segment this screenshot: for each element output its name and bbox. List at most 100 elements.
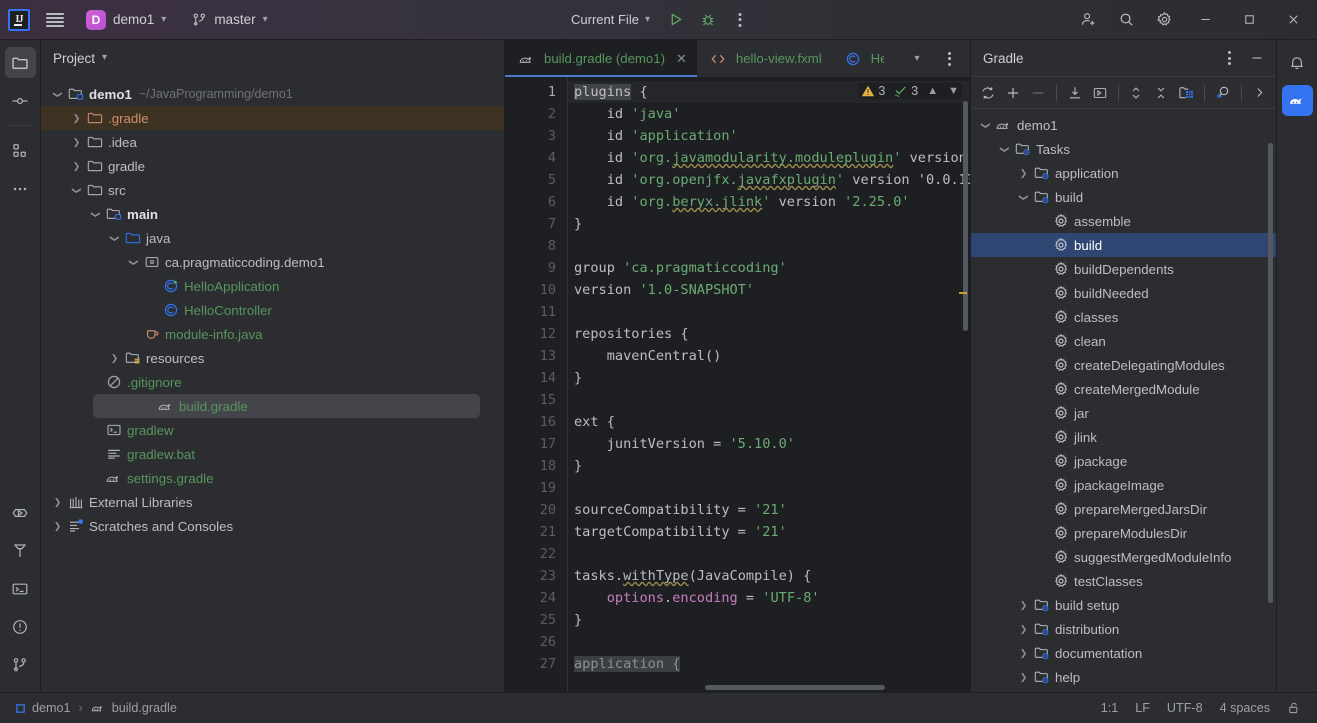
- gradle-options-button[interactable]: [1216, 45, 1242, 71]
- sidebar-item-run[interactable]: [5, 497, 36, 528]
- gradle-tree-node[interactable]: ❯ build: [971, 185, 1276, 209]
- expand-collapse-button[interactable]: [1124, 80, 1149, 106]
- editor-tab[interactable]: He: [832, 40, 894, 77]
- gradle-scrollbar[interactable]: [1268, 143, 1273, 603]
- chevron-down-icon[interactable]: ❯: [71, 184, 82, 197]
- gradle-toolbar[interactable]: [971, 76, 1276, 109]
- code-line[interactable]: id 'org.javamodularity.moduleplugin' ver…: [568, 147, 970, 169]
- chevron-right-icon[interactable]: ❯: [1017, 600, 1030, 611]
- code-line[interactable]: mavenCentral(): [568, 345, 970, 367]
- editor-tab[interactable]: hello-view.fxml: [697, 40, 832, 77]
- editor-horizontal-scrollbar[interactable]: [705, 685, 885, 690]
- code-line[interactable]: id 'org.beryx.jlink' version '2.25.0': [568, 191, 970, 213]
- editor-vertical-scrollbar[interactable]: [963, 101, 968, 331]
- project-tree[interactable]: ❯ demo1 ~/JavaProgramming/demo1 ❯ .gradle ❯ .i…: [41, 76, 504, 692]
- collapse-all-button[interactable]: [1149, 80, 1174, 106]
- chevron-down-icon[interactable]: ❯: [980, 119, 991, 132]
- tree-node[interactable]: ❯ .gradle: [41, 106, 504, 130]
- sidebar-item-more-tools[interactable]: [5, 173, 36, 204]
- file-encoding[interactable]: UTF-8: [1167, 701, 1203, 715]
- sidebar-item-problems[interactable]: [5, 611, 36, 642]
- sidebar-item-build[interactable]: [5, 535, 36, 566]
- find-task-button[interactable]: [1210, 80, 1235, 106]
- sidebar-item-commit[interactable]: [5, 85, 36, 116]
- tree-node[interactable]: ❯ src: [41, 178, 504, 202]
- editor-tab-bar[interactable]: build.gradle (demo1) ✕ hello-view.fxml He ▾: [505, 40, 970, 77]
- gradle-tree-node[interactable]: buildDependents: [971, 257, 1276, 281]
- gradle-task-tree[interactable]: ❯ demo1 ❯ Tasks ❯ application ❯ build assemble …: [971, 109, 1276, 692]
- chevron-right-icon[interactable]: ❯: [1017, 672, 1030, 683]
- code-line[interactable]: id 'application': [568, 125, 970, 147]
- sidebar-item-notifications[interactable]: [1282, 47, 1313, 78]
- tree-node[interactable]: HelloController: [41, 298, 504, 322]
- maximize-window-button[interactable]: [1227, 0, 1271, 40]
- gradle-hide-button[interactable]: [1244, 45, 1270, 71]
- chevron-down-icon[interactable]: ▼: [948, 85, 959, 97]
- chevron-down-icon[interactable]: ❯: [999, 143, 1010, 156]
- chevron-down-icon[interactable]: ❯: [109, 232, 120, 245]
- sidebar-item-version-control[interactable]: [5, 649, 36, 680]
- chevron-right-icon[interactable]: ❯: [51, 497, 64, 508]
- code-line[interactable]: junitVersion = '5.10.0': [568, 433, 970, 455]
- chevron-up-icon[interactable]: ▲: [927, 85, 938, 97]
- tab-list-button[interactable]: ▾: [902, 45, 932, 73]
- gradle-tree-node[interactable]: classes: [971, 305, 1276, 329]
- tree-node[interactable]: ❯ Scratches and Consoles: [41, 514, 504, 538]
- tree-node[interactable]: module-info.java: [41, 322, 504, 346]
- sidebar-item-terminal[interactable]: [5, 573, 36, 604]
- chevron-down-icon[interactable]: ❯: [128, 256, 139, 269]
- gradle-tree-node[interactable]: prepareMergedJarsDir: [971, 497, 1276, 521]
- execute-gradle-task-button[interactable]: [1087, 80, 1112, 106]
- tree-node[interactable]: ❯ resources: [41, 346, 504, 370]
- tree-node[interactable]: HelloApplication: [41, 274, 504, 298]
- editor-options-button[interactable]: [934, 45, 964, 73]
- chevron-right-icon[interactable]: ❯: [108, 353, 121, 364]
- breadcrumb[interactable]: demo1 › build.gradle: [10, 701, 182, 715]
- gradle-tree-node[interactable]: jpackage: [971, 449, 1276, 473]
- code-content[interactable]: plugins { id 'java' id 'application' id …: [567, 77, 970, 692]
- settings-button[interactable]: [1145, 3, 1183, 37]
- chevron-down-icon[interactable]: ❯: [52, 88, 63, 101]
- code-line[interactable]: targetCompatibility = '21': [568, 521, 970, 543]
- gradle-tree-node[interactable]: ❯ distribution: [971, 617, 1276, 641]
- gradle-tree-node[interactable]: jar: [971, 401, 1276, 425]
- gradle-tree-node[interactable]: ❯ build setup: [971, 593, 1276, 617]
- code-line[interactable]: [568, 301, 970, 323]
- code-line[interactable]: }: [568, 609, 970, 631]
- sidebar-item-project[interactable]: [4, 47, 36, 78]
- download-sources-button[interactable]: [1062, 80, 1087, 106]
- branch-selector[interactable]: master ▾: [184, 6, 275, 34]
- tree-node[interactable]: ❯ ca.pragmaticcoding.demo1: [41, 250, 504, 274]
- line-separator[interactable]: LF: [1135, 701, 1150, 715]
- gradle-tree-node[interactable]: assemble: [971, 209, 1276, 233]
- main-menu-button[interactable]: [38, 5, 72, 35]
- project-selector[interactable]: D demo1 ▾: [78, 6, 174, 34]
- chevron-right-icon[interactable]: ❯: [70, 137, 83, 148]
- reload-all-gradle-projects-button[interactable]: [975, 80, 1000, 106]
- unlocked-icon[interactable]: [1287, 701, 1301, 715]
- tree-node[interactable]: ❯ main: [41, 202, 504, 226]
- code-line[interactable]: [568, 543, 970, 565]
- chevron-down-icon[interactable]: ▾: [102, 53, 107, 63]
- gradle-tree-node[interactable]: prepareModulesDir: [971, 521, 1276, 545]
- gradle-tree-node[interactable]: jlink: [971, 425, 1276, 449]
- search-everywhere-button[interactable]: [1107, 3, 1145, 37]
- code-line[interactable]: version '1.0-SNAPSHOT': [568, 279, 970, 301]
- code-line[interactable]: }: [568, 367, 970, 389]
- gradle-tree-node[interactable]: ❯ documentation: [971, 641, 1276, 665]
- code-line[interactable]: tasks.withType(JavaCompile) {: [568, 565, 970, 587]
- tree-node[interactable]: build.gradle: [93, 394, 480, 418]
- code-line[interactable]: id 'org.openjfx.javafxplugin' version '0…: [568, 169, 970, 191]
- gradle-tree-node[interactable]: clean: [971, 329, 1276, 353]
- chevron-right-icon[interactable]: ❯: [1017, 168, 1030, 179]
- gradle-tree-node[interactable]: suggestMergedModuleInfo: [971, 545, 1276, 569]
- tree-node[interactable]: ❯ gradle: [41, 154, 504, 178]
- code-line[interactable]: ext {: [568, 411, 970, 433]
- chevron-down-icon[interactable]: ❯: [90, 208, 101, 221]
- code-line[interactable]: [568, 477, 970, 499]
- code-line[interactable]: repositories {: [568, 323, 970, 345]
- minimize-window-button[interactable]: [1183, 0, 1227, 40]
- code-line[interactable]: application {: [568, 653, 970, 675]
- indent-setting[interactable]: 4 spaces: [1220, 701, 1270, 715]
- code-line[interactable]: group 'ca.pragmaticcoding': [568, 257, 970, 279]
